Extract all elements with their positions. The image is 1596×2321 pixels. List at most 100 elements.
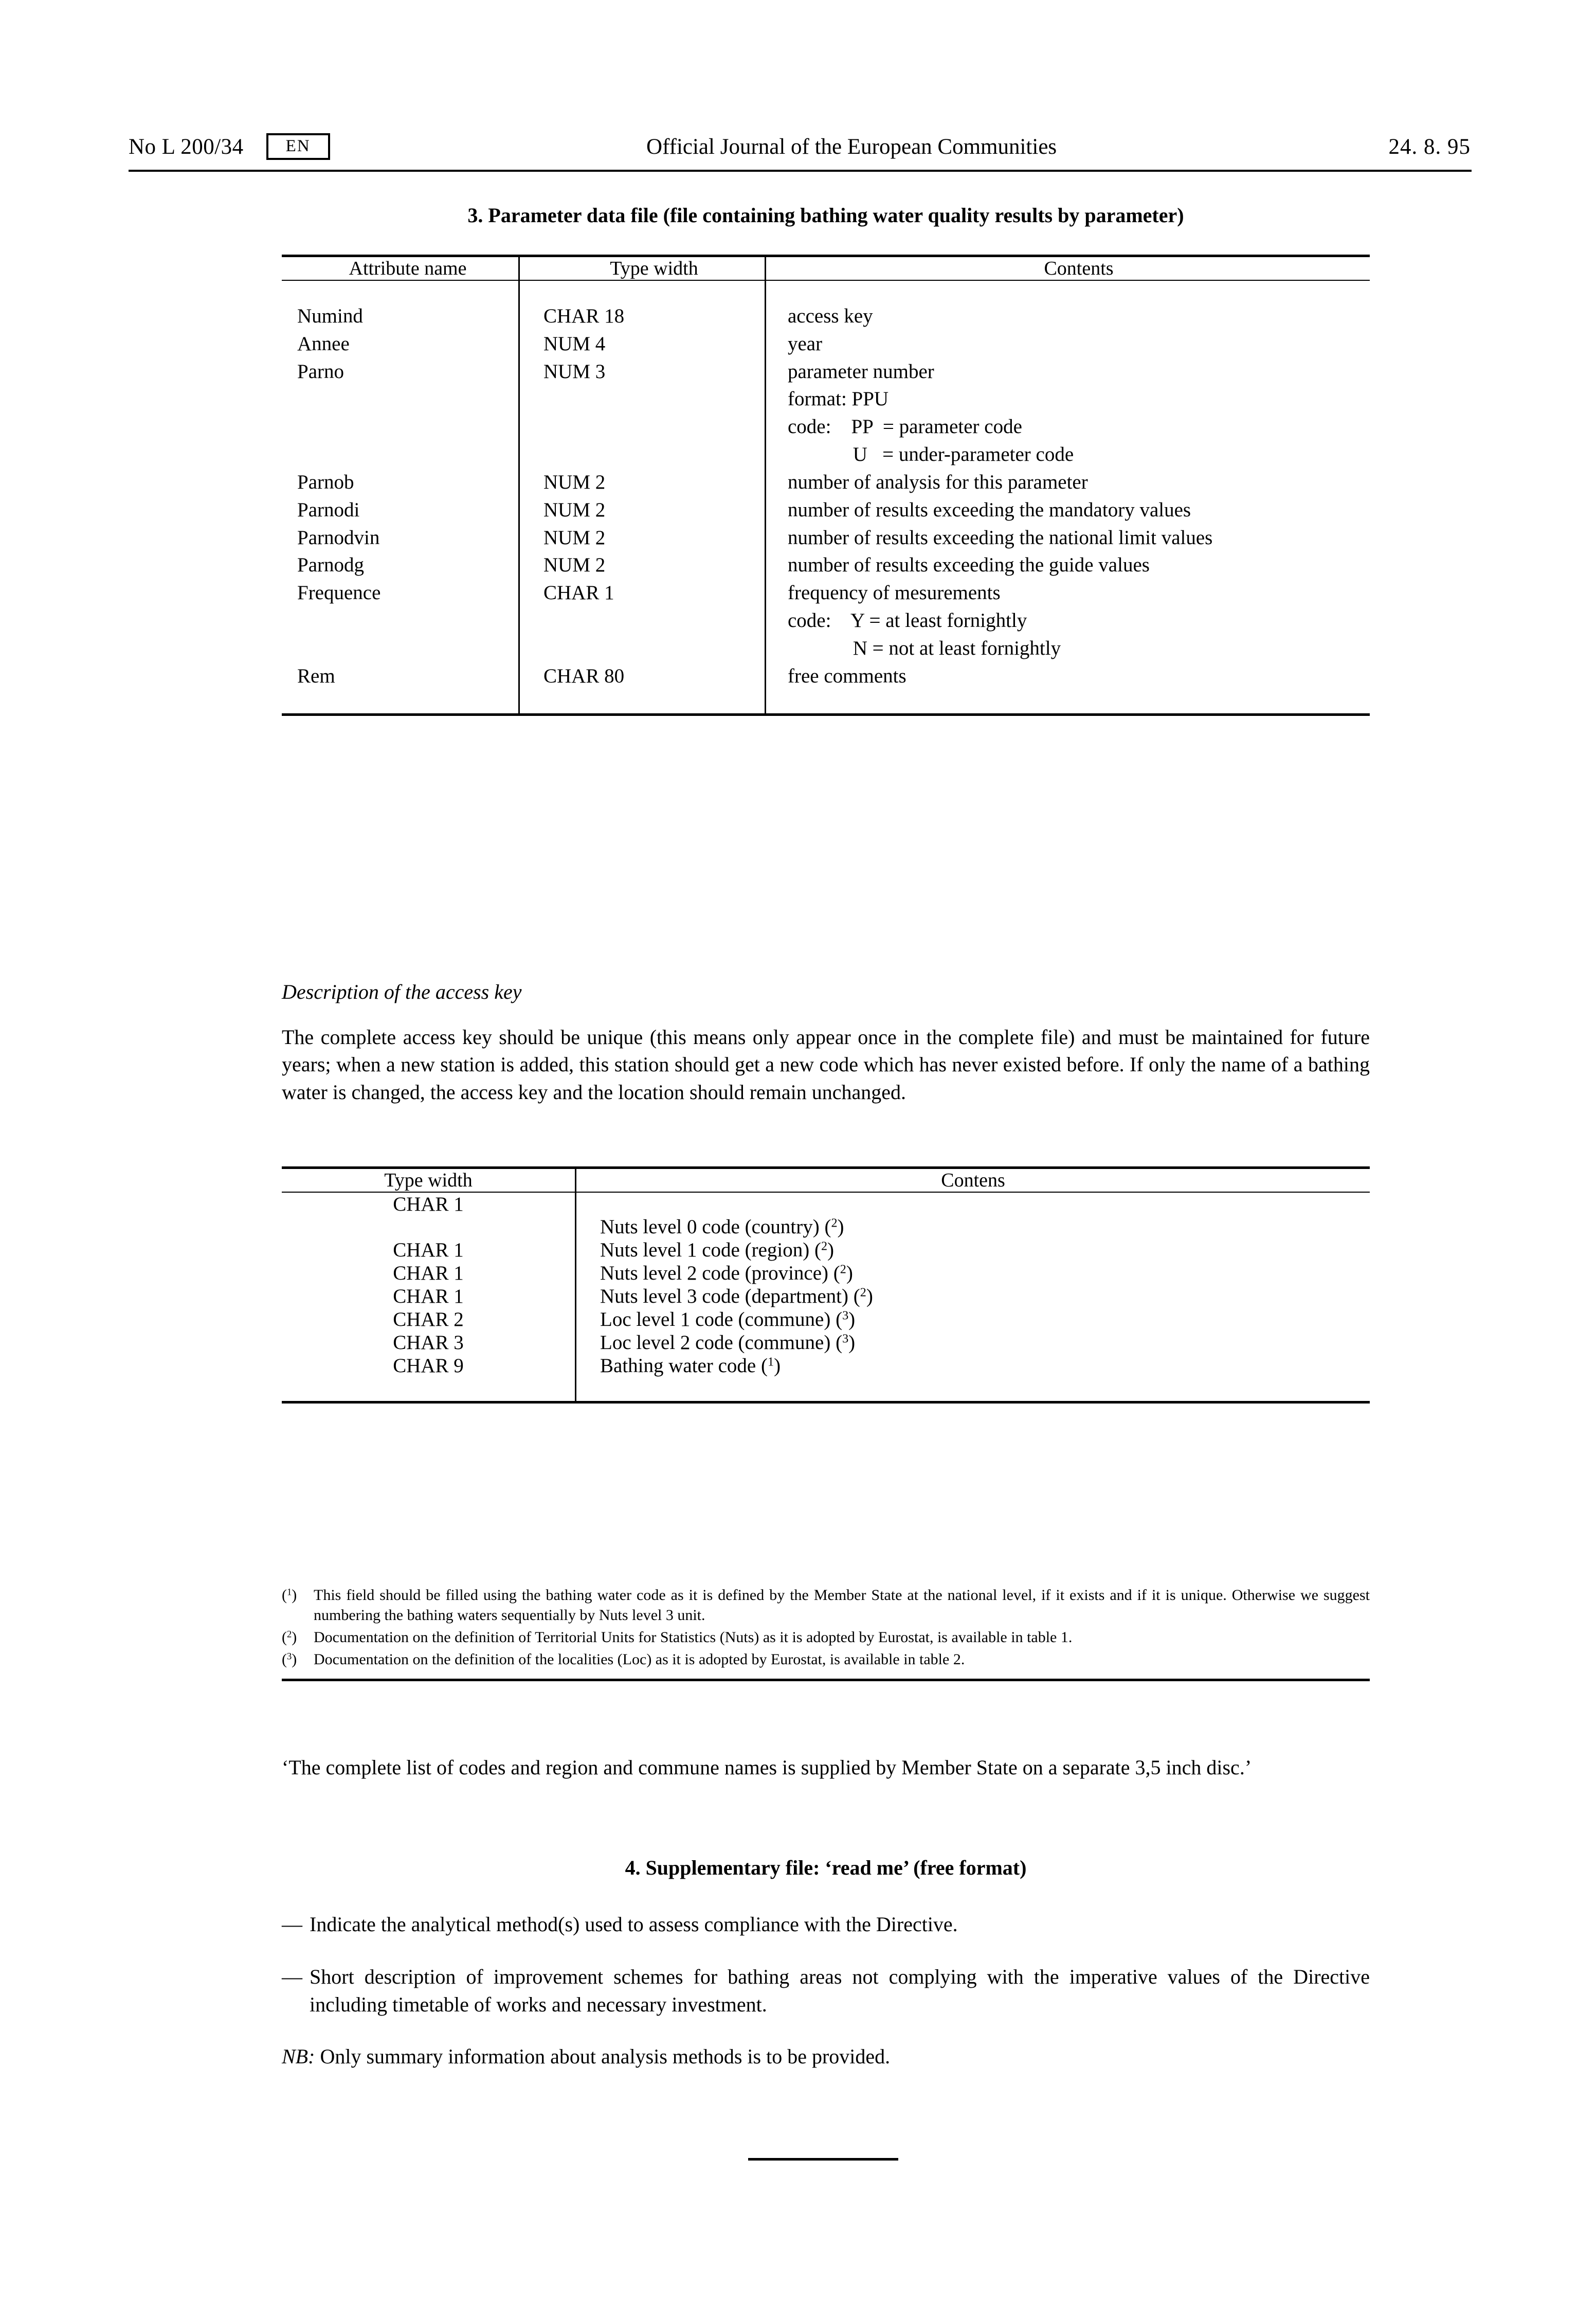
- contents-text: Bathing water code: [600, 1355, 756, 1377]
- footnote-marker: (2): [282, 1629, 297, 1646]
- page-header: No L 200/34 EN Official Journal of the E…: [129, 126, 1471, 167]
- type-width: NUM 4: [519, 330, 766, 358]
- page-end-rule: [748, 2158, 898, 2161]
- contents-text: Nuts level 1 code (region): [600, 1239, 810, 1261]
- access-key-subheading: Description of the access key: [282, 980, 522, 1003]
- contents-line: N = not at least fornightly: [788, 637, 1061, 659]
- nb-note: NB: Only summary information about analy…: [282, 2044, 1370, 2068]
- contents: number of analysis for this parameter: [788, 471, 1088, 493]
- contents: Nuts level 1 code (region) (2): [600, 1239, 835, 1261]
- contents: frequency of mesurements code: Y = at le…: [766, 579, 1370, 662]
- nb-label: NB:: [282, 2045, 315, 2068]
- footnote-text: Documentation on the definition of Terri…: [314, 1629, 1073, 1646]
- type-width: NUM 3: [519, 357, 766, 469]
- footnote-ref: 2: [821, 1239, 828, 1253]
- footnote-ref: 2: [860, 1285, 866, 1300]
- attribute-name: Parnob: [282, 468, 520, 496]
- access-key-paragraph-wrap: The complete access key should be unique…: [282, 1023, 1370, 1106]
- table-row: Parno NUM 3 parameter number format: PPU…: [282, 357, 1370, 469]
- type-width: NUM 2: [519, 468, 766, 496]
- attribute-name: Parno: [282, 357, 520, 469]
- contents: Nuts level 2 code (province) (2): [600, 1262, 853, 1284]
- table-row: Numind CHAR 18 access key: [282, 281, 1370, 330]
- table2-col-type-width: Type width: [282, 1169, 576, 1192]
- contents: number of results exceeding the mandator…: [788, 498, 1191, 521]
- closing-note-wrap: ‘The complete list of codes and region a…: [282, 1754, 1370, 1781]
- table-row: Frequence CHAR 1 frequency of mesurement…: [282, 579, 1370, 662]
- table-row: Parnodvin NUM 2 number of results exceed…: [282, 524, 1370, 552]
- table2-bottom-rule: [282, 1401, 1370, 1404]
- attribute-name: Parnodg: [282, 551, 520, 580]
- footnote-marker: (1): [282, 1587, 297, 1604]
- contents: Nuts level 0 code (country) (2): [600, 1216, 844, 1238]
- footnote-marker: (3): [282, 1651, 297, 1668]
- table1-header-row: Attribute name Type width Contents: [282, 257, 1370, 280]
- list-item: — Indicate the analytical method(s) used…: [282, 1911, 1370, 1938]
- header-divider: [129, 170, 1472, 172]
- contents: free comments: [788, 664, 906, 687]
- section3-title: 3. Parameter data file (file containing …: [467, 204, 1184, 227]
- contents-line: U = under-parameter code: [788, 443, 1074, 466]
- footnote-item: (1) This field should be filled using th…: [282, 1585, 1370, 1625]
- contents-line: code: Y = at least fornightly: [788, 609, 1027, 632]
- table1-bottom-rule: [282, 713, 1370, 716]
- access-key-paragraph: The complete access key should be unique…: [282, 1025, 1370, 1104]
- attribute-name: Annee: [282, 330, 520, 358]
- footnotes-wrap: (1) This field should be filled using th…: [282, 1585, 1370, 1681]
- contents: Loc level 1 code (commune) (3): [600, 1308, 856, 1330]
- footnote-ref: 3: [842, 1332, 849, 1346]
- type-width: CHAR 2: [282, 1308, 576, 1331]
- footnote-text: This field should be filled using the ba…: [314, 1587, 1370, 1624]
- type-width: CHAR 80: [519, 662, 766, 714]
- contents: number of results exceeding the guide va…: [788, 554, 1150, 577]
- list-item-text: Short description of improvement schemes…: [310, 1965, 1370, 2016]
- type-width: NUM 2: [519, 524, 766, 552]
- contents-line: parameter number: [788, 360, 934, 383]
- type-width: CHAR 9: [282, 1354, 576, 1401]
- table-row: Parnob NUM 2 number of analysis for this…: [282, 468, 1370, 496]
- dash-bullet-icon: —: [282, 1913, 302, 1936]
- publication-date: 24. 8. 95: [1388, 134, 1471, 159]
- contents-text: Loc level 1 code (commune): [600, 1308, 831, 1330]
- contents-line: code: PP = parameter code: [788, 416, 1022, 438]
- contents: access key: [788, 305, 873, 327]
- closing-note: ‘The complete list of codes and region a…: [282, 1756, 1252, 1779]
- contents: number of results exceeding the national…: [788, 526, 1213, 549]
- table-row: CHAR 1 Nuts level 3 code (department) (2…: [282, 1285, 1370, 1308]
- contents: year: [788, 332, 823, 355]
- contents-text: Nuts level 0 code (country): [600, 1216, 820, 1238]
- list-item: — Short description of improvement schem…: [282, 1963, 1370, 2018]
- type-width: NUM 2: [519, 551, 766, 580]
- type-width: CHAR 1: [519, 579, 766, 662]
- document-page: No L 200/34 EN Official Journal of the E…: [0, 0, 1596, 2321]
- type-width: CHAR 1: [282, 1238, 576, 1262]
- type-width: NUM 2: [519, 496, 766, 524]
- contents: parameter number format: PPU code: PP = …: [766, 358, 1370, 469]
- type-width: CHAR 1: [282, 1262, 576, 1285]
- language-code-box: EN: [266, 133, 330, 160]
- footnotes-list: (1) This field should be filled using th…: [282, 1585, 1370, 1669]
- attribute-name: Parnodvin: [282, 524, 520, 552]
- footnote-ref: 2: [831, 1216, 838, 1230]
- table-row: Rem CHAR 80 free comments: [282, 662, 1370, 714]
- table-row: CHAR 1 Nuts level 0 code (country) (2): [282, 1193, 1370, 1238]
- journal-reference: No L 200/34: [129, 134, 244, 159]
- table-row: Parnodg NUM 2 number of results exceedin…: [282, 551, 1370, 580]
- attribute-name: Rem: [282, 662, 520, 714]
- footnote-item: (2) Documentation on the definition of T…: [282, 1627, 1370, 1647]
- footnote-text: Documentation on the definition of the l…: [314, 1651, 965, 1668]
- footnote-ref: 3: [842, 1308, 849, 1323]
- table-row: Annee NUM 4 year: [282, 330, 1370, 358]
- nb-text: Only summary information about analysis …: [320, 2045, 891, 2068]
- contents-text: Loc level 2 code (commune): [600, 1332, 831, 1354]
- table1-col-contents: Contents: [1044, 258, 1114, 279]
- parameter-data-table-wrap: Attribute name Type width Contents Numin…: [282, 255, 1370, 716]
- contents: Nuts level 3 code (department) (2): [600, 1285, 873, 1307]
- section3-title-wrap: 3. Parameter data file (file containing …: [282, 203, 1370, 227]
- table2-header-row: Type width Contens: [282, 1169, 1370, 1192]
- type-width: CHAR 1: [282, 1193, 576, 1238]
- footnote-ref: 2: [840, 1262, 846, 1276]
- section4-item-1-wrap: — Indicate the analytical method(s) used…: [282, 1911, 1370, 1938]
- parameter-data-table: Attribute name Type width Contents Numin…: [282, 257, 1370, 714]
- footnotes-bottom-rule: [282, 1679, 1370, 1681]
